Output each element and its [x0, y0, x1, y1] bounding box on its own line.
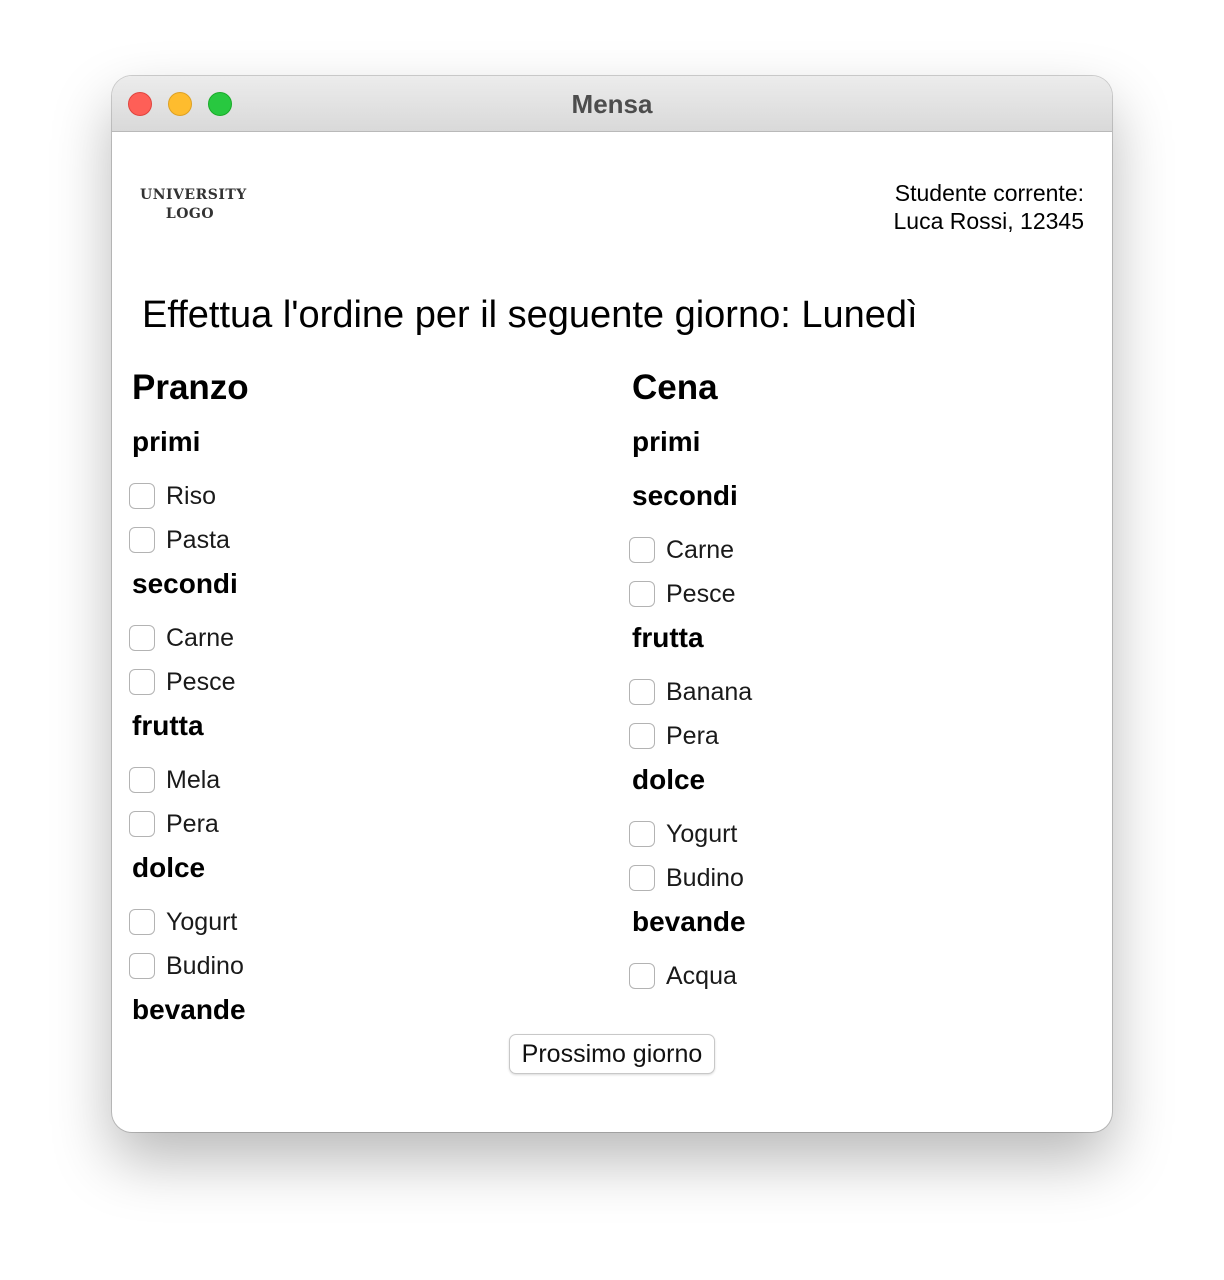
- cena-secondi-item[interactable]: Pesce: [628, 572, 1048, 616]
- pranzo-dolce-item[interactable]: Budino: [128, 944, 548, 988]
- pranzo-primi-item[interactable]: Riso: [128, 474, 548, 518]
- pranzo-primi-item[interactable]: Pasta: [128, 518, 548, 562]
- cena-dolce-label: dolce: [632, 764, 706, 795]
- pranzo-frutta-label: frutta: [132, 710, 204, 741]
- next-day-button[interactable]: Prossimo giorno: [509, 1034, 715, 1074]
- checkbox-label: Pera: [166, 809, 219, 838]
- checkbox[interactable]: [129, 527, 155, 553]
- cena-frutta-item[interactable]: Pera: [628, 714, 1048, 758]
- checkbox-label: Pera: [666, 721, 719, 750]
- checkbox[interactable]: [629, 723, 655, 749]
- cena-primi-label: primi: [632, 426, 701, 457]
- checkbox[interactable]: [129, 767, 155, 793]
- pranzo-primi-label: primi: [132, 426, 201, 457]
- checkbox-label: Mela: [166, 765, 221, 794]
- pranzo-dolce-item[interactable]: Yogurt: [128, 900, 548, 944]
- pranzo-frutta-item[interactable]: Mela: [128, 758, 548, 802]
- checkbox-label: Yogurt: [166, 907, 238, 936]
- checkbox-label: Banana: [666, 677, 753, 706]
- cena-bevande-item[interactable]: Acqua: [628, 954, 1048, 998]
- checkbox[interactable]: [629, 821, 655, 847]
- cena-frutta-item[interactable]: Banana: [628, 670, 1048, 714]
- pranzo-dolce-label: dolce: [132, 852, 206, 883]
- app-window: Mensa UNIVERSITY LOGO Studente corrente:…: [112, 76, 1112, 1132]
- cena-column: Cena primi secondi Carne Pesce frutta Ba…: [628, 364, 1048, 998]
- logo-line-2: LOGO: [165, 206, 215, 222]
- checkbox[interactable]: [129, 953, 155, 979]
- checkbox-label: Pesce: [666, 579, 736, 608]
- current-student-info: Studente corrente: Luca Rossi, 12345: [893, 179, 1084, 235]
- checkbox[interactable]: [129, 811, 155, 837]
- current-student-value: Luca Rossi, 12345: [893, 208, 1084, 234]
- checkbox-label: Acqua: [666, 961, 737, 990]
- checkbox[interactable]: [629, 963, 655, 989]
- pranzo-secondi-item[interactable]: Carne: [128, 616, 548, 660]
- window-title: Mensa: [571, 89, 653, 119]
- order-day-heading: Effettua l'ordine per il seguente giorno…: [142, 294, 918, 336]
- checkbox[interactable]: [629, 581, 655, 607]
- checkbox-label: Riso: [166, 481, 217, 510]
- pranzo-title: Pranzo: [132, 368, 249, 407]
- title-bar: Mensa: [112, 76, 1112, 132]
- checkbox[interactable]: [129, 483, 155, 509]
- checkbox-label: Budino: [666, 863, 744, 892]
- pranzo-secondi-item[interactable]: Pesce: [128, 660, 548, 704]
- cena-secondi-item[interactable]: Carne: [628, 528, 1048, 572]
- checkbox-label: Carne: [666, 535, 735, 564]
- current-student-label: Studente corrente:: [894, 180, 1084, 206]
- cena-dolce-item[interactable]: Budino: [628, 856, 1048, 900]
- pranzo-frutta-item[interactable]: Pera: [128, 802, 548, 846]
- cena-secondi-label: secondi: [632, 480, 738, 511]
- checkbox-label: Yogurt: [666, 819, 738, 848]
- checkbox[interactable]: [129, 909, 155, 935]
- cena-frutta-label: frutta: [632, 622, 704, 653]
- checkbox-label: Carne: [166, 623, 235, 652]
- pranzo-column: Pranzo primi Riso Pasta secondi Carne Pe…: [128, 364, 548, 1042]
- checkbox[interactable]: [629, 865, 655, 891]
- checkbox-label: Pesce: [166, 667, 236, 696]
- pranzo-secondi-label: secondi: [132, 568, 238, 599]
- pranzo-bevande-label: bevande: [132, 994, 246, 1025]
- cena-dolce-item[interactable]: Yogurt: [628, 812, 1048, 856]
- cena-title: Cena: [632, 368, 718, 407]
- university-logo: UNIVERSITY LOGO: [140, 186, 247, 224]
- checkbox[interactable]: [629, 679, 655, 705]
- checkbox[interactable]: [129, 669, 155, 695]
- checkbox[interactable]: [629, 537, 655, 563]
- cena-bevande-label: bevande: [632, 906, 746, 937]
- checkbox-label: Pasta: [166, 525, 230, 554]
- logo-line-1: UNIVERSITY: [140, 187, 247, 203]
- checkbox-label: Budino: [166, 951, 244, 980]
- checkbox[interactable]: [129, 625, 155, 651]
